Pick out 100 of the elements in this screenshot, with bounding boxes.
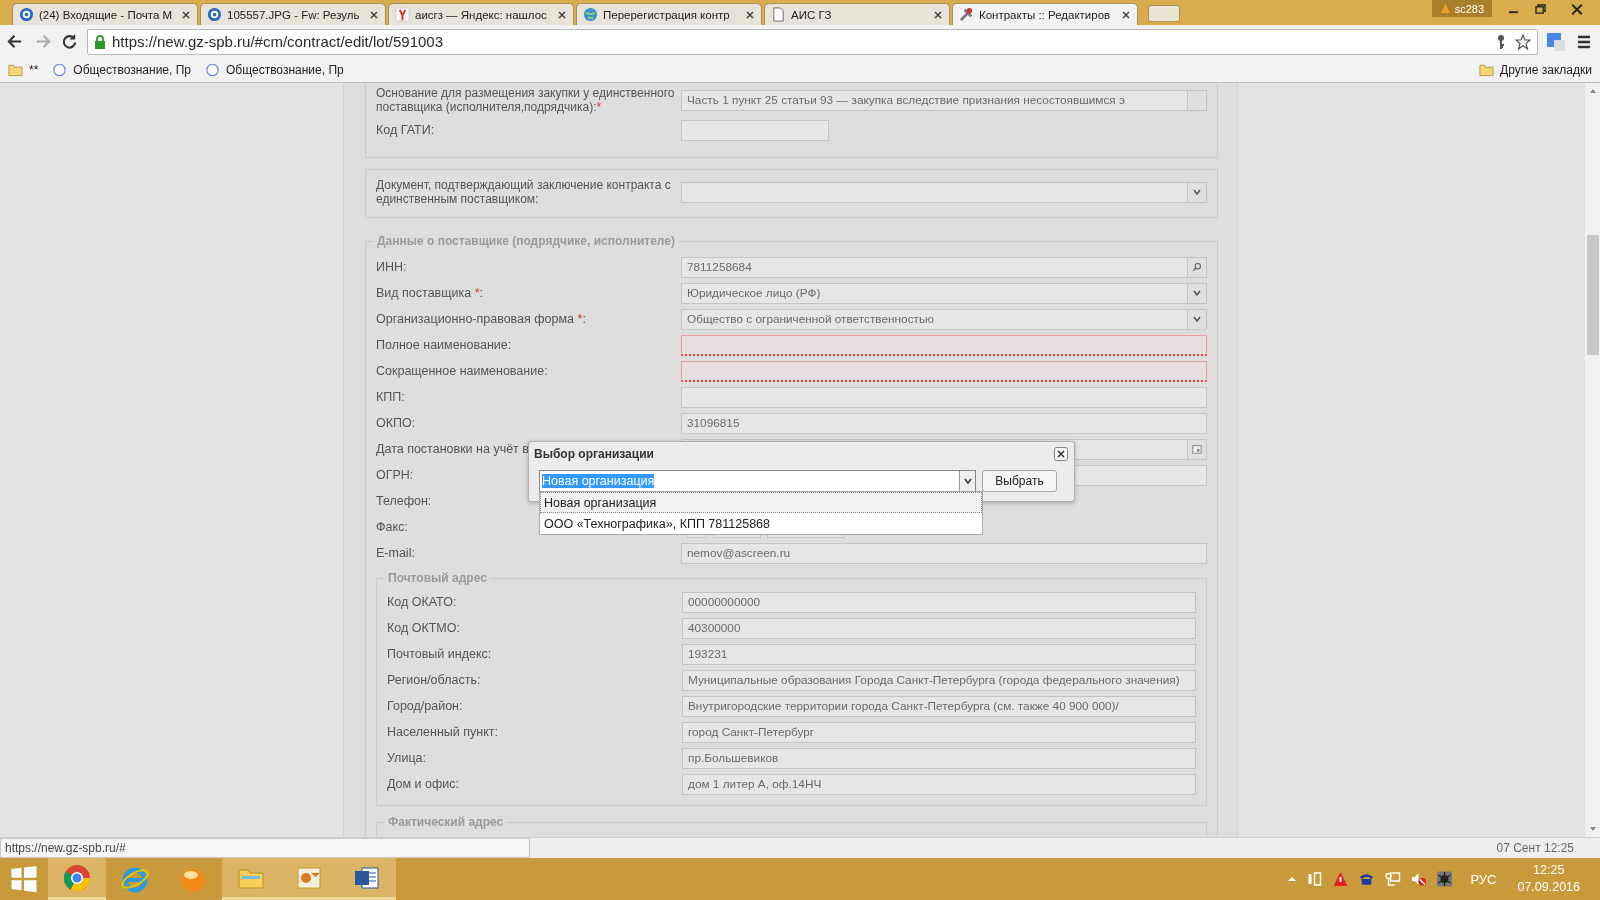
close-icon[interactable] <box>933 9 943 20</box>
close-icon[interactable] <box>1054 447 1068 461</box>
field-label: Регион/область: <box>387 673 481 687</box>
lock-icon <box>94 34 106 49</box>
bookmark[interactable]: Обществознание, Пр <box>205 63 344 77</box>
yandex-icon <box>395 7 410 22</box>
select-button[interactable]: Выбрать <box>982 470 1057 492</box>
caret-up-icon[interactable] <box>1287 875 1298 883</box>
section-legend: Данные о поставщике (подрядчике, исполнителе) <box>374 234 678 248</box>
field-label: Документ, подтверждающий заключение контракта с единственным поставщиком: <box>376 178 672 206</box>
field-label: Дата постановки на учёт в <box>376 442 529 456</box>
address-bar[interactable]: https://new.gz-spb.ru/#cm/contract/edit/lot/591003 <box>87 28 1538 55</box>
text-field[interactable]: 31096815 <box>681 412 1207 434</box>
folder-icon <box>8 63 23 77</box>
taskbar-app[interactable] <box>48 858 106 900</box>
field-label: Почтовый индекс: <box>387 647 492 661</box>
clock[interactable]: 12:25 07.09.2016 <box>1517 862 1580 896</box>
folder-icon <box>1479 63 1495 77</box>
power-icon[interactable] <box>1306 871 1324 887</box>
at-sign-icon <box>207 7 222 22</box>
taskbar-app[interactable] <box>338 858 396 900</box>
dropdown-field[interactable]: Общество с ограниченной ответственностью <box>681 308 1207 330</box>
field-label: Дом и офис: <box>387 777 460 791</box>
text-field[interactable] <box>681 119 829 141</box>
text-field[interactable]: 40300000 <box>682 617 1196 639</box>
browser-tab[interactable]: Контракты :: Редактиров <box>952 3 1138 25</box>
bookmark[interactable]: Обществознание, Пр <box>52 63 191 77</box>
section-legend: Фактический адрес <box>385 815 507 829</box>
tab-title: (24) Входящие - Почта M <box>39 8 174 21</box>
text-field[interactable] <box>681 386 1207 408</box>
telephone-icon[interactable] <box>1358 871 1376 887</box>
field-label: Город/район: <box>387 699 463 713</box>
network-icon[interactable] <box>1384 871 1402 887</box>
close-icon[interactable] <box>557 9 567 20</box>
bookmark[interactable]: ** <box>8 63 39 77</box>
close-icon[interactable] <box>745 9 755 20</box>
field-label: КПП: <box>376 390 405 404</box>
bookmark[interactable]: Другие закладки <box>1479 63 1592 77</box>
close-icon[interactable] <box>369 9 379 20</box>
field-label: Полное наименование: <box>376 338 512 352</box>
chevron-down-icon <box>1192 314 1202 324</box>
close-icon[interactable] <box>181 9 191 20</box>
field-label: Населенный пункт: <box>387 725 498 739</box>
dropdown-option[interactable]: ООО «Технографика», КПП 781125868 <box>540 513 982 534</box>
text-field[interactable] <box>681 360 1207 382</box>
profile-button[interactable]: sc283 <box>1431 0 1492 17</box>
text-field[interactable]: 00000000000 <box>682 591 1196 613</box>
speaker-muted-icon[interactable] <box>1410 871 1428 887</box>
translate-icon[interactable] <box>1546 31 1566 52</box>
tab-title: аисгз — Яндекс: нашлос <box>415 8 548 21</box>
dropdown-field[interactable] <box>681 181 1207 203</box>
circle-icon <box>52 63 68 77</box>
text-field[interactable]: город Санкт-Петербург <box>682 721 1196 743</box>
scroll-thumb[interactable] <box>1586 235 1599 355</box>
text-field[interactable]: 193231 <box>682 643 1196 665</box>
dialog-title: Выбор организации <box>534 447 654 461</box>
warning-icon[interactable] <box>1332 871 1350 887</box>
dropdown-option[interactable]: Новая организация <box>540 492 982 513</box>
text-field[interactable]: Муниципальные образования Города Санкт-Петербурга (города федерального значения) <box>682 669 1196 691</box>
search-field[interactable]: 7811258684 <box>681 256 1207 278</box>
field-label: Улица: <box>387 751 426 765</box>
combo-box[interactable]: Новая организация <box>539 470 976 492</box>
spider-icon[interactable] <box>1436 871 1454 887</box>
field-label: Код ОКТМО: <box>387 621 460 635</box>
field-label: Телефон: <box>376 494 432 508</box>
text-field[interactable]: дом 1 литер А, оф.14НЧ <box>682 773 1196 795</box>
field-label: Факс: <box>376 520 408 534</box>
new-tab-button[interactable] <box>1148 5 1180 22</box>
field-label: ИНН: <box>376 260 407 274</box>
dropdown-field[interactable]: Юридическое лицо (РФ) <box>681 282 1207 304</box>
tools-icon <box>959 7 974 22</box>
page-icon <box>771 7 786 22</box>
browser-tab[interactable]: 105557.JPG - Fw: Резуль <box>200 3 386 25</box>
field-label: ОКПО: <box>376 416 416 430</box>
text-field[interactable]: nemov@ascreen.ru <box>681 542 1207 564</box>
reload-icon[interactable] <box>60 32 79 51</box>
chrome-icon <box>62 862 92 893</box>
footer-time: 07 Сент 12:25 <box>1496 841 1575 855</box>
text-field[interactable]: Внутригородские территории города Санкт-Петербурга (см. также 40 900 000)/ <box>682 695 1196 717</box>
browser-tab[interactable]: (24) Входящие - Почта M <box>12 3 198 25</box>
dropdown-field[interactable]: Часть 1 пункт 25 статьи 93 — закупка вследствие признания несостоявшимся э <box>681 89 1207 111</box>
browser-tab[interactable]: АИС ГЗ <box>764 3 950 25</box>
globe-icon <box>583 7 598 22</box>
circle-icon <box>205 63 220 77</box>
text-field[interactable]: пр.Большевиков <box>682 747 1196 769</box>
browser-tab[interactable]: Перерегистрация контр <box>576 3 762 25</box>
language-indicator[interactable]: РУС <box>1470 871 1497 887</box>
field-label: E-mail: <box>376 546 415 560</box>
field-label: Код ОКАТО: <box>387 595 457 609</box>
warning-icon <box>1439 3 1451 14</box>
close-icon[interactable] <box>1121 9 1131 20</box>
chevron-down-icon <box>962 476 973 486</box>
browser-tab[interactable]: аисгз — Яндекс: нашлос <box>388 3 574 25</box>
star-icon[interactable] <box>1515 33 1531 50</box>
field-label: Сокращенное наименование: <box>376 364 548 378</box>
tab-title: Контракты :: Редактиров <box>979 8 1112 21</box>
section-legend: Почтовый адрес <box>385 571 490 585</box>
text-field[interactable] <box>681 334 1207 356</box>
field-label: Основание для размещения закупки у единственного поставщика (исполнителя,подрядчика):* <box>376 86 676 114</box>
scrollbar[interactable] <box>1585 83 1600 837</box>
